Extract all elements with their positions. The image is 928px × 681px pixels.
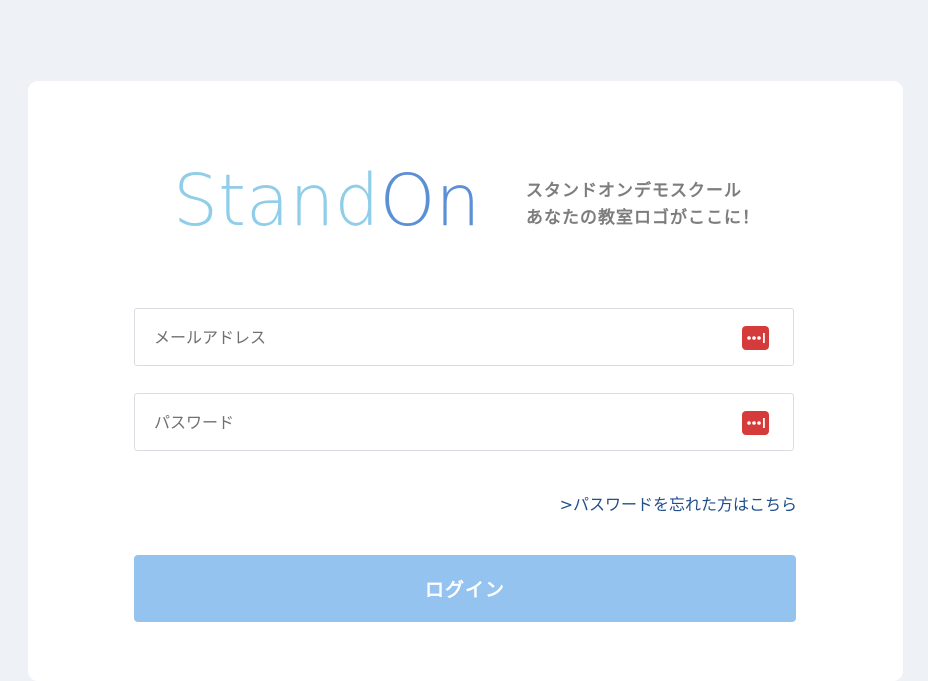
password-manager-icon[interactable] — [742, 326, 769, 350]
logo-tagline-line1: スタンドオンデモスクール — [526, 181, 742, 201]
logo-word-stand: Stand — [173, 159, 380, 242]
login-card: StandOn スタンドオンデモスクール あなたの教室ロゴがここに！ メールアド… — [28, 81, 903, 681]
logo-word-on: On — [379, 159, 481, 242]
password-manager-icon[interactable] — [742, 411, 769, 435]
forgot-password-link[interactable]: >パスワードを忘れた方はこちら — [560, 491, 797, 515]
password-input[interactable] — [135, 394, 793, 450]
logo-wordmark: StandOn — [173, 161, 480, 241]
email-field-wrapper — [134, 308, 794, 366]
email-input[interactable] — [135, 309, 793, 365]
logo-tagline: スタンドオンデモスクール あなたの教室ロゴがここに！ — [526, 178, 760, 232]
school-logo: StandOn スタンドオンデモスクール あなたの教室ロゴがここに！ — [173, 161, 773, 241]
logo-tagline-line2: あなたの教室ロゴがここに！ — [526, 208, 760, 228]
login-button[interactable]: ログイン — [134, 555, 796, 622]
password-field-wrapper — [134, 393, 794, 451]
